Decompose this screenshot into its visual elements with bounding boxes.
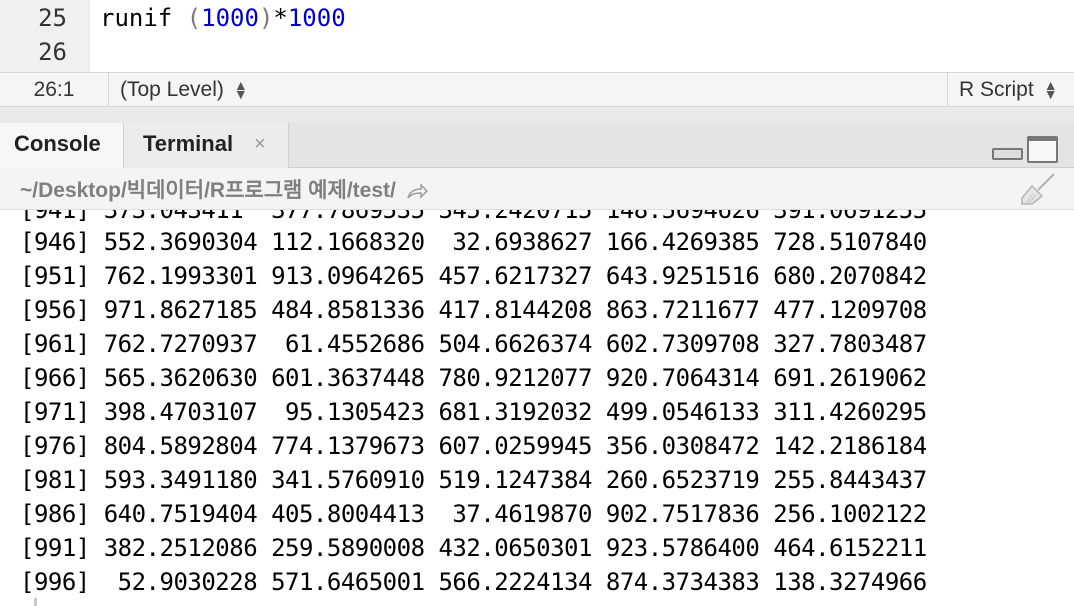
console-tab-bar: Console Terminal ×	[0, 123, 1074, 169]
code-editor[interactable]: 25 26 runif (1000)*1000	[0, 0, 1074, 72]
console-output-line: [996] 52.9030228 571.6465001 566.2224134…	[20, 568, 927, 596]
line-number: 26	[38, 38, 67, 66]
console-output-line: [986] 640.7519404 405.8004413 37.4619870…	[20, 500, 927, 528]
filetype-label: R Script	[959, 78, 1034, 101]
console-output-line: [951] 762.1993301 913.0964265 457.621732…	[20, 262, 927, 290]
minimize-pane-icon[interactable]	[992, 148, 1023, 160]
console-output[interactable]: [941] 373.043411 377.7869535 345.2420715…	[0, 210, 1074, 606]
code-paren-token: )	[258, 4, 274, 32]
code-number-token: 1000	[287, 4, 346, 32]
code-operator-token: *	[273, 4, 288, 32]
working-directory-bar: ~/Desktop/빅데이터/R프로그램 예제/test/	[0, 168, 1074, 210]
editor-status-bar: 26:1 (Top Level) ▲ ▼ R Script ▲ ▼	[0, 72, 1074, 107]
tab-console[interactable]: Console	[0, 123, 124, 169]
code-paren-token: (	[186, 4, 202, 32]
broom-icon[interactable]	[1018, 172, 1058, 206]
code-number-token: 1000	[201, 4, 259, 32]
tab-console-label: Console	[14, 131, 101, 156]
close-icon[interactable]: ×	[254, 123, 266, 165]
scope-selector[interactable]: (Top Level) ▲ ▼	[120, 73, 248, 106]
tab-terminal[interactable]: Terminal ×	[124, 123, 289, 168]
console-output-line: [971] 398.4703107 95.1305423 681.3192032…	[20, 398, 927, 426]
cursor-position: 26:1	[0, 73, 109, 106]
console-output-line: [956] 971.8627185 484.8581336 417.814420…	[20, 296, 927, 324]
updown-chevron-icon: ▲ ▼	[1043, 77, 1058, 103]
filetype-selector[interactable]: R Script ▲ ▼	[947, 73, 1074, 106]
console-output-line: [966] 565.3620630 601.3637448 780.921207…	[20, 364, 927, 392]
scope-label: (Top Level)	[120, 78, 224, 101]
updown-chevron-icon: ▲ ▼	[233, 77, 248, 103]
console-cursor	[34, 598, 37, 606]
console-output-line: [991] 382.2512086 259.5890008 432.065030…	[20, 534, 927, 562]
maximize-pane-icon[interactable]	[1027, 136, 1058, 163]
console-output-line: [976] 804.5892804 774.1379673 607.025994…	[20, 432, 927, 460]
goto-directory-icon[interactable]	[406, 181, 428, 202]
console-output-line: [981] 593.3491180 341.5760910 519.124738…	[20, 466, 927, 494]
code-line[interactable]: runif (1000)*1000	[100, 4, 346, 32]
code-function-token: runif	[100, 4, 187, 32]
pane-splitter[interactable]	[0, 107, 1074, 123]
console-output-line: [961] 762.7270937 61.4552686 504.6626374…	[20, 330, 927, 358]
working-directory-path: ~/Desktop/빅데이터/R프로그램 예제/test/	[20, 179, 396, 202]
line-number: 25	[38, 4, 67, 32]
console-output-line: [946] 552.3690304 112.1668320 32.6938627…	[20, 228, 927, 256]
tab-terminal-label: Terminal	[143, 131, 234, 156]
line-number-gutter: 25 26	[0, 0, 90, 72]
